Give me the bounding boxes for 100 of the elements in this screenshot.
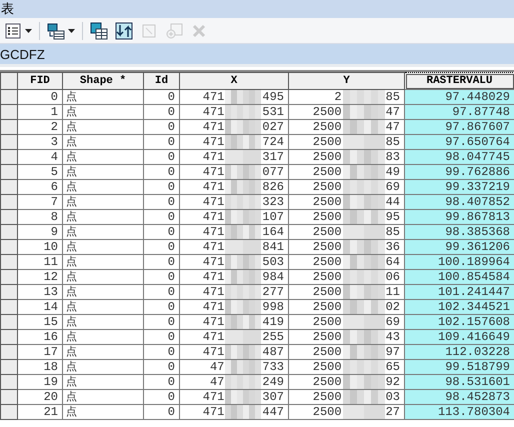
table-cell: 471 <box>202 135 224 149</box>
pixelated-mosaic <box>342 330 385 344</box>
pixelated-mosaic <box>225 300 262 314</box>
table-cell: 471 <box>202 345 224 359</box>
select-by-attributes-button[interactable] <box>88 20 110 42</box>
table-cell: 65 <box>386 360 400 374</box>
table-cell: 0 <box>144 180 180 194</box>
table-cell: 471 <box>202 225 224 239</box>
table-cell: 2500 <box>312 240 342 254</box>
table-cell: 点 <box>62 360 144 374</box>
pixelated-mosaic <box>342 255 385 269</box>
row-selector[interactable] <box>0 180 18 194</box>
pixelated-mosaic <box>342 120 385 134</box>
table-cell: 841 <box>262 240 284 254</box>
pixelated-mosaic <box>342 315 385 329</box>
row-selector[interactable] <box>0 150 18 164</box>
pixelated-mosaic <box>225 180 262 194</box>
table-cell: 0 <box>144 164 180 180</box>
table-cell: 2500 <box>312 285 342 299</box>
row-selector[interactable] <box>0 134 18 150</box>
row-selector[interactable] <box>0 390 18 404</box>
row-selector[interactable] <box>0 194 18 210</box>
table-cell: 323 <box>262 195 284 209</box>
row-selector[interactable] <box>0 314 18 330</box>
table-cell: 0 <box>144 120 180 134</box>
table-cell: 0 <box>144 254 180 270</box>
table-cell: 98.385368 <box>404 224 514 240</box>
row-selector[interactable] <box>0 284 18 300</box>
column-header[interactable]: FID <box>18 72 62 90</box>
table-cell: 点 <box>62 390 144 404</box>
row-selector[interactable] <box>0 300 18 314</box>
table-cell: 21 <box>18 404 62 420</box>
table-cell: 95 <box>386 210 400 224</box>
blank-table-icon <box>140 22 158 40</box>
table-cell: 点 <box>62 164 144 180</box>
table-cell: 2500 <box>312 255 342 269</box>
table-cell: 102.157608 <box>404 314 514 330</box>
table-cell: 9 <box>18 224 62 240</box>
table-cell: 077 <box>262 165 284 179</box>
table-cell: 14 <box>18 300 62 314</box>
table-cell: 69 <box>386 180 400 194</box>
table-tab[interactable]: GCDFZ <box>0 46 45 62</box>
pixelated-mosaic <box>342 135 385 149</box>
table-cell: 0 <box>144 104 180 120</box>
table-cell: 487 <box>262 345 284 359</box>
pixelated-mosaic <box>225 375 262 389</box>
table-cell: 2500 <box>312 165 342 179</box>
row-selector[interactable] <box>0 360 18 374</box>
pixelated-mosaic <box>225 345 262 359</box>
table-cell: 0 <box>144 300 180 314</box>
row-selector[interactable] <box>0 344 18 360</box>
row-selector[interactable] <box>0 90 18 104</box>
row-selector[interactable] <box>0 120 18 134</box>
table-cell: 471 <box>202 270 224 284</box>
table-cell: 98.407852 <box>404 194 514 210</box>
table-cell: 447 <box>262 405 284 419</box>
column-header[interactable]: Id <box>144 72 180 90</box>
table-cell: 2500 <box>312 120 342 134</box>
window-title: 表 <box>0 1 14 18</box>
table-cell: 0 <box>144 240 180 254</box>
row-selector[interactable] <box>0 210 18 224</box>
pixelated-mosaic <box>342 90 385 104</box>
column-header[interactable]: X <box>180 72 288 90</box>
row-selector[interactable] <box>0 224 18 240</box>
table-cell: 16 <box>18 330 62 344</box>
row-selector[interactable] <box>0 374 18 390</box>
column-header[interactable]: RASTERVALU <box>404 72 514 90</box>
table-cell: 471 <box>202 90 224 104</box>
row-selector[interactable] <box>0 164 18 180</box>
row-selector[interactable] <box>0 404 18 420</box>
table-cell: 255 <box>262 330 284 344</box>
table-cell: 113.780304 <box>404 404 514 420</box>
column-header[interactable]: Y <box>288 72 404 90</box>
pixelated-mosaic <box>225 255 262 269</box>
table-cell: 277 <box>262 285 284 299</box>
table-cell: 733 <box>262 360 284 374</box>
pixelated-mosaic <box>342 375 385 389</box>
switch-selection-button[interactable] <box>113 20 135 42</box>
row-selector[interactable] <box>0 104 18 120</box>
row-selector[interactable] <box>0 330 18 344</box>
table-cell: 2500 <box>312 390 342 404</box>
pixelated-mosaic <box>342 105 385 119</box>
table-cell: 2500 <box>312 180 342 194</box>
row-selector[interactable] <box>0 270 18 284</box>
table-cell: 83 <box>386 150 400 164</box>
table-cell: 06 <box>386 270 400 284</box>
row-selector[interactable] <box>0 254 18 270</box>
table-cell: 419 <box>262 315 284 329</box>
table-cell: 点 <box>62 314 144 330</box>
pixelated-mosaic <box>342 225 385 239</box>
row-selector[interactable] <box>0 240 18 254</box>
table-cell: 471 <box>202 300 224 314</box>
table-cell: 2500 <box>312 195 342 209</box>
table-cell: 471 <box>202 285 224 299</box>
pixelated-mosaic <box>342 210 385 224</box>
column-header[interactable]: Shape * <box>62 72 144 90</box>
table-cell: 724 <box>262 135 284 149</box>
table-cell: 2500 <box>312 225 342 239</box>
pixelated-mosaic <box>225 390 262 404</box>
table-cell: 2500 <box>312 360 342 374</box>
